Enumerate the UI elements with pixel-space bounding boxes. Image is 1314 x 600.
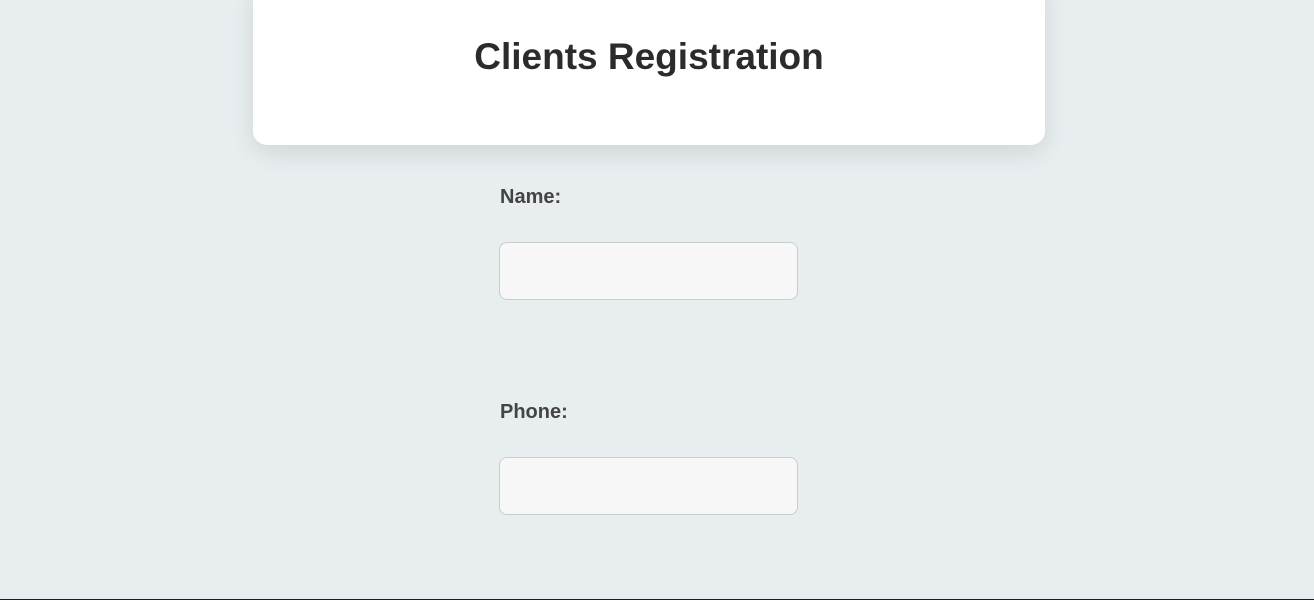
phone-input[interactable] <box>499 457 798 515</box>
page-title: Clients Registration <box>474 36 824 77</box>
name-input[interactable] <box>499 242 798 300</box>
header-card: Clients Registration <box>253 0 1045 145</box>
registration-page: Clients Registration Name: Phone: <box>0 0 1314 600</box>
phone-label: Phone: <box>500 401 568 423</box>
name-label: Name: <box>500 186 562 208</box>
